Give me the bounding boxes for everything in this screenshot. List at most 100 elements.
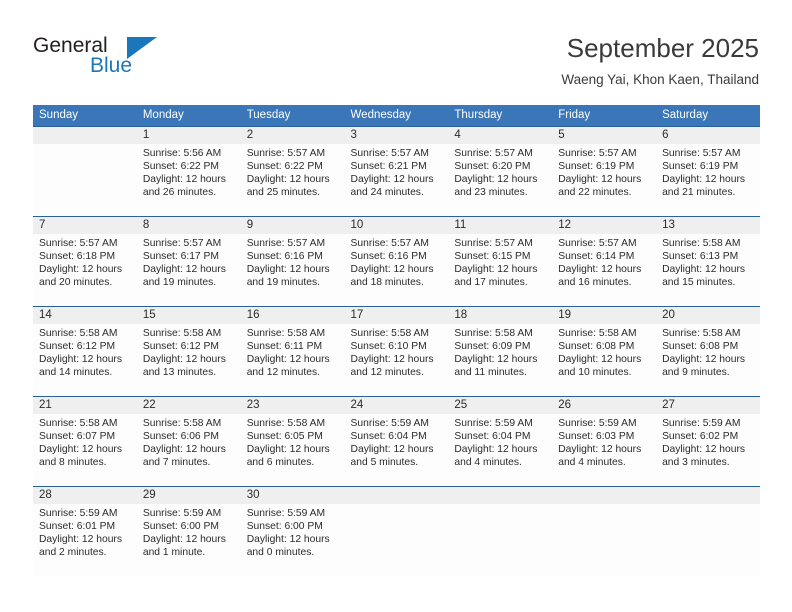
day-number: 30 — [240, 486, 345, 504]
calendar-day-cell[interactable]: 4 Sunrise: 5:57 AM Sunset: 6:20 PM Daylight… — [448, 125, 553, 216]
day-detail-line: Daylight: 12 hours — [454, 173, 538, 185]
day-cell-inner: 8 Sunrise: 5:57 AM Sunset: 6:17 PM Daylight… — [136, 216, 241, 306]
day-details — [656, 504, 760, 507]
weekday-header-saturday: Saturday — [656, 105, 760, 126]
calendar-day-cell[interactable]: 12 Sunrise: 5:57 AM Sunset: 6:14 PM Dayligh… — [552, 215, 657, 306]
day-detail-line: Daylight: 12 hours — [350, 353, 434, 365]
calendar-week-row: 28 Sunrise: 5:59 AM Sunset: 6:01 PM Dayligh… — [33, 485, 760, 576]
calendar-page: General Blue September 2025 Waeng Yai, K… — [0, 0, 792, 612]
day-detail-line: Sunset: 6:09 PM — [454, 340, 531, 352]
day-cell-inner: 7 Sunrise: 5:57 AM Sunset: 6:18 PM Daylight… — [33, 216, 137, 306]
calendar-day-cell[interactable]: 20 Sunrise: 5:58 AM Sunset: 6:08 PM Dayligh… — [656, 305, 760, 396]
weekday-header-tuesday: Tuesday — [240, 105, 345, 126]
calendar-day-cell[interactable]: 16 Sunrise: 5:58 AM Sunset: 6:11 PM Dayligh… — [240, 305, 345, 396]
day-cell-inner: 20 Sunrise: 5:58 AM Sunset: 6:08 PM Dayligh… — [656, 306, 760, 396]
calendar-day-cell-empty — [33, 125, 137, 216]
calendar-day-cell[interactable]: 25 Sunrise: 5:59 AM Sunset: 6:04 PM Dayligh… — [448, 395, 553, 486]
calendar-body: 1 Sunrise: 5:56 AM Sunset: 6:22 PM Daylight… — [33, 125, 760, 576]
calendar-day-cell[interactable]: 6 Sunrise: 5:57 AM Sunset: 6:19 PM Daylight… — [656, 125, 760, 216]
calendar-container: Sunday Monday Tuesday Wednesday Thursday Frid… — [33, 105, 760, 576]
calendar-day-cell[interactable]: 9 Sunrise: 5:57 AM Sunset: 6:16 PM Daylight… — [240, 215, 345, 306]
day-detail-line: Daylight: 12 hours — [39, 533, 122, 545]
day-detail-line: Sunset: 6:18 PM — [39, 250, 116, 262]
calendar-day-cell[interactable]: 2 Sunrise: 5:57 AM Sunset: 6:22 PM Daylight… — [240, 125, 345, 216]
calendar-day-cell[interactable]: 7 Sunrise: 5:57 AM Sunset: 6:18 PM Daylight… — [33, 215, 137, 306]
calendar-day-cell[interactable]: 30 Sunrise: 5:59 AM Sunset: 6:00 PM Dayligh… — [240, 485, 345, 576]
calendar-header-row: Sunday Monday Tuesday Wednesday Thursday Frid… — [33, 105, 760, 126]
calendar-day-cell[interactable]: 15 Sunrise: 5:58 AM Sunset: 6:12 PM Dayligh… — [136, 305, 241, 396]
calendar-day-cell[interactable]: 13 Sunrise: 5:58 AM Sunset: 6:13 PM Dayligh… — [656, 215, 760, 306]
day-detail-line: Daylight: 12 hours — [662, 173, 746, 185]
calendar-day-cell[interactable]: 22 Sunrise: 5:58 AM Sunset: 6:06 PM Dayligh… — [136, 395, 241, 486]
day-number: 18 — [448, 306, 553, 324]
weekday-header-friday: Friday — [552, 105, 657, 126]
calendar-day-cell-empty — [344, 485, 449, 576]
day-detail-line: Sunrise: 5:59 AM — [246, 507, 326, 519]
day-detail-line: Sunrise: 5:57 AM — [558, 147, 637, 159]
day-detail-line: Sunset: 6:22 PM — [246, 160, 323, 172]
calendar-day-cell[interactable]: 8 Sunrise: 5:57 AM Sunset: 6:17 PM Daylight… — [136, 215, 241, 306]
day-number: 1 — [136, 126, 241, 144]
day-detail-line: Daylight: 12 hours — [39, 443, 122, 455]
calendar-day-cell[interactable]: 1 Sunrise: 5:56 AM Sunset: 6:22 PM Daylight… — [136, 125, 241, 216]
day-details — [33, 144, 137, 147]
day-number: 16 — [240, 306, 345, 324]
day-number: 7 — [33, 216, 137, 234]
day-details: Sunrise: 5:58 AM Sunset: 6:05 PM Daylight:… — [241, 414, 345, 470]
calendar-day-cell[interactable]: 19 Sunrise: 5:58 AM Sunset: 6:08 PM Dayligh… — [552, 305, 657, 396]
page-header: General Blue September 2025 Waeng Yai, K… — [0, 0, 792, 100]
day-detail-line: Daylight: 12 hours — [142, 263, 226, 275]
day-detail-line: Sunset: 6:12 PM — [39, 340, 116, 352]
day-number: 2 — [240, 126, 345, 144]
calendar-day-cell[interactable]: 21 Sunrise: 5:58 AM Sunset: 6:07 PM Dayligh… — [33, 395, 137, 486]
day-cell-inner: 28 Sunrise: 5:59 AM Sunset: 6:01 PM Dayligh… — [33, 486, 137, 576]
calendar-day-cell[interactable]: 17 Sunrise: 5:58 AM Sunset: 6:10 PM Dayligh… — [344, 305, 449, 396]
day-number: 22 — [136, 396, 241, 414]
day-number: 28 — [33, 486, 137, 504]
day-details: Sunrise: 5:58 AM Sunset: 6:11 PM Daylight:… — [241, 324, 345, 380]
day-details: Sunrise: 5:57 AM Sunset: 6:16 PM Daylight:… — [345, 234, 449, 290]
day-number: 21 — [33, 396, 137, 414]
day-detail-line: and 4 minutes. — [454, 457, 522, 469]
day-detail-line: Sunrise: 5:56 AM — [142, 147, 222, 159]
day-cell-inner: 1 Sunrise: 5:56 AM Sunset: 6:22 PM Daylight… — [136, 126, 241, 216]
calendar-day-cell[interactable]: 26 Sunrise: 5:59 AM Sunset: 6:03 PM Dayligh… — [552, 395, 657, 486]
day-details: Sunrise: 5:59 AM Sunset: 6:01 PM Daylight:… — [33, 504, 137, 560]
calendar-day-cell[interactable]: 5 Sunrise: 5:57 AM Sunset: 6:19 PM Daylight… — [552, 125, 657, 216]
calendar-day-cell[interactable]: 10 Sunrise: 5:57 AM Sunset: 6:16 PM Dayligh… — [344, 215, 449, 306]
day-detail-line: Sunrise: 5:59 AM — [350, 417, 429, 429]
day-detail-line: Sunset: 6:01 PM — [39, 520, 116, 532]
calendar-day-cell[interactable]: 23 Sunrise: 5:58 AM Sunset: 6:05 PM Dayligh… — [240, 395, 345, 486]
day-detail-line: and 12 minutes. — [246, 367, 320, 379]
day-detail-line: Daylight: 12 hours — [246, 443, 330, 455]
general-blue-logo[interactable]: General Blue — [33, 34, 233, 88]
day-cell-inner: 27 Sunrise: 5:59 AM Sunset: 6:02 PM Dayligh… — [656, 396, 760, 486]
day-cell-inner: 14 Sunrise: 5:58 AM Sunset: 6:12 PM Dayligh… — [33, 306, 137, 396]
day-detail-line: Sunset: 6:16 PM — [246, 250, 323, 262]
day-detail-line: Daylight: 12 hours — [142, 443, 226, 455]
day-detail-line: and 13 minutes. — [142, 367, 217, 379]
weekday-header-monday: Monday — [136, 105, 241, 126]
day-detail-line: and 5 minutes. — [350, 457, 419, 469]
calendar-day-cell[interactable]: 18 Sunrise: 5:58 AM Sunset: 6:09 PM Dayligh… — [448, 305, 553, 396]
day-details: Sunrise: 5:57 AM Sunset: 6:18 PM Daylight:… — [33, 234, 137, 290]
day-number: 15 — [136, 306, 241, 324]
day-cell-inner — [552, 486, 657, 576]
day-detail-line: Daylight: 12 hours — [350, 443, 434, 455]
calendar-day-cell[interactable]: 27 Sunrise: 5:59 AM Sunset: 6:02 PM Dayligh… — [656, 395, 760, 486]
day-cell-inner — [448, 486, 553, 576]
day-details: Sunrise: 5:57 AM Sunset: 6:20 PM Daylight:… — [448, 144, 552, 200]
day-detail-line: Sunset: 6:14 PM — [558, 250, 635, 262]
calendar-day-cell[interactable]: 3 Sunrise: 5:57 AM Sunset: 6:21 PM Daylight… — [344, 125, 449, 216]
calendar-day-cell[interactable]: 29 Sunrise: 5:59 AM Sunset: 6:00 PM Dayligh… — [136, 485, 241, 576]
day-number: 24 — [344, 396, 449, 414]
calendar-day-cell[interactable]: 11 Sunrise: 5:57 AM Sunset: 6:15 PM Dayligh… — [448, 215, 553, 306]
calendar-day-cell[interactable]: 24 Sunrise: 5:59 AM Sunset: 6:04 PM Dayligh… — [344, 395, 449, 486]
day-detail-line: Sunrise: 5:57 AM — [246, 237, 326, 249]
day-detail-line: Daylight: 12 hours — [454, 263, 538, 275]
day-number: 12 — [552, 216, 657, 234]
day-details: Sunrise: 5:58 AM Sunset: 6:07 PM Daylight:… — [33, 414, 137, 470]
calendar-day-cell[interactable]: 28 Sunrise: 5:59 AM Sunset: 6:01 PM Dayligh… — [33, 485, 137, 576]
calendar-day-cell[interactable]: 14 Sunrise: 5:58 AM Sunset: 6:12 PM Dayligh… — [33, 305, 137, 396]
day-detail-line: and 17 minutes. — [454, 277, 528, 289]
